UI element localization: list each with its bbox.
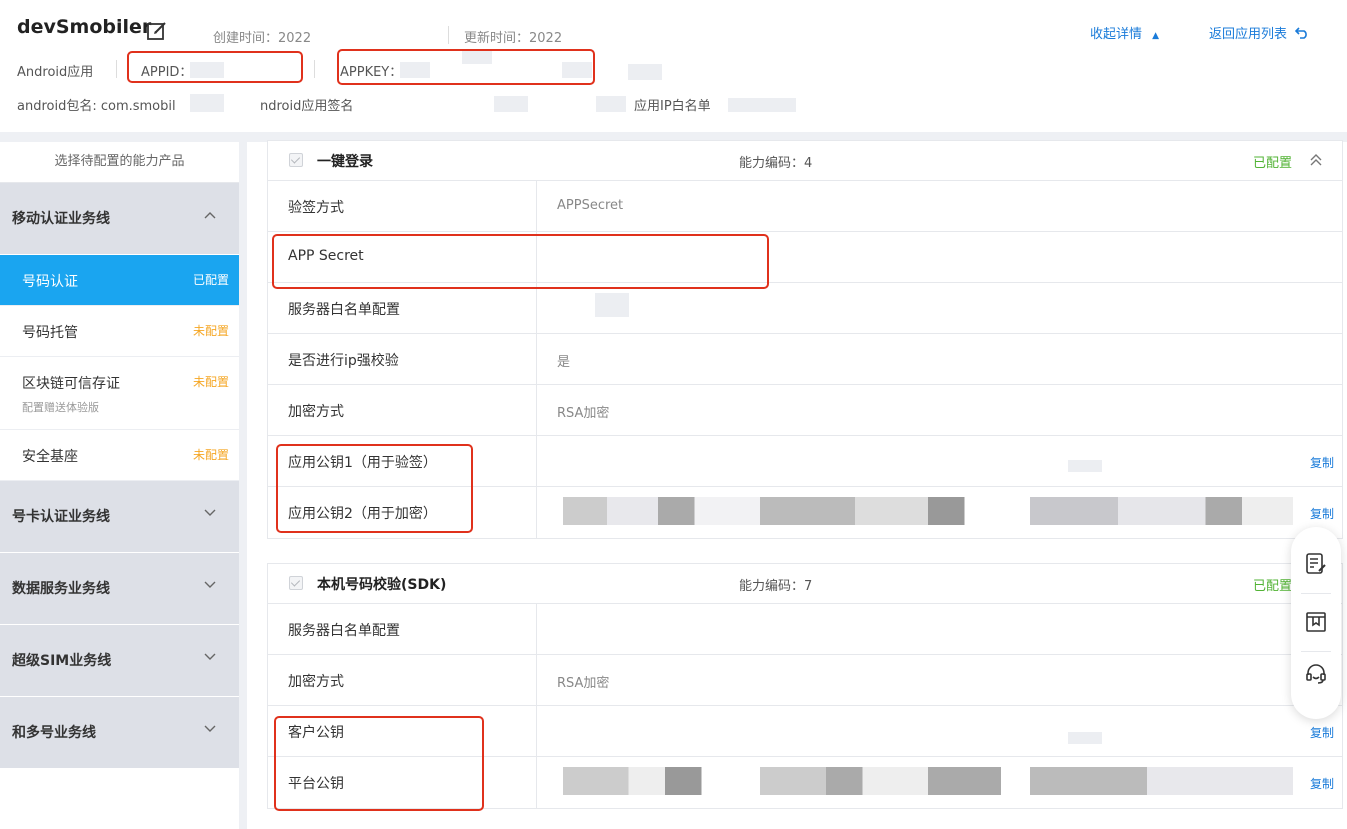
capability-section-local-number-sdk: 本机号码校验(SDK) 能力编码：7 已配置 服务器白名单配置 加密方式 RSA… <box>267 563 1343 809</box>
collapse-details-link[interactable]: 收起详情 ▲ <box>1090 23 1159 42</box>
sidebar-item-blockchain[interactable]: 区块链可信存证 未配置 配置赠送体验版 <box>0 357 239 430</box>
divider <box>314 60 315 78</box>
capability-code: 能力编码：4 <box>739 156 813 171</box>
section-checkbox[interactable] <box>289 576 303 590</box>
section-title: 本机号码校验(SDK) <box>317 577 447 593</box>
copy-button[interactable]: 复制 <box>1310 505 1334 522</box>
status-badge: 未配置 <box>192 448 229 462</box>
appkey-label: APPKEY： <box>340 65 403 80</box>
app-header: devSmobiler 创建时间：2022 更新时间：2022 收起详情 ▲ 返… <box>0 0 1347 132</box>
table-row: 验签方式 APPSecret <box>268 181 1342 232</box>
appid-label: APPID： <box>141 65 193 80</box>
capability-code: 能力编码：7 <box>739 579 813 594</box>
undo-icon <box>1295 27 1308 39</box>
chevron-up-icon <box>204 212 216 219</box>
redacted-appkey <box>562 62 592 78</box>
table-row: APP Secret <box>268 232 1342 283</box>
chevron-down-icon <box>204 509 216 516</box>
redacted-value <box>1068 732 1102 744</box>
redacted-value <box>595 293 629 317</box>
divider <box>448 26 449 44</box>
sidebar-group-super-sim[interactable]: 超级SIM业务线 <box>0 625 239 697</box>
table-row: 服务器白名单配置 <box>268 604 1342 655</box>
redacted-appkey <box>400 62 430 78</box>
redacted-appkey <box>628 64 662 80</box>
platform-label: Android应用 <box>17 65 94 80</box>
section-title: 一键登录 <box>317 154 373 170</box>
edit-icon[interactable] <box>146 20 168 42</box>
sidebar-item-number-hosting[interactable]: 号码托管 未配置 <box>0 306 239 357</box>
table-row: 应用公钥1（用于验签） 复制 <box>268 436 1342 487</box>
table-row: 客户公钥 复制 <box>268 706 1342 757</box>
table-row: 是否进行ip强校验 是 <box>268 334 1342 385</box>
redacted-ip <box>728 98 796 112</box>
table-row: 服务器白名单配置 <box>268 283 1342 334</box>
redacted-package <box>190 94 224 112</box>
chevron-down-icon <box>204 725 216 732</box>
redacted-key-mosaic <box>563 497 1293 525</box>
collapse-icon[interactable] <box>1308 152 1324 168</box>
status-badge: 已配置 <box>192 273 229 287</box>
section-header: 一键登录 能力编码：4 已配置 <box>268 141 1342 181</box>
sidebar-group-mobile-auth[interactable]: 移动认证业务线 <box>0 183 239 255</box>
status-badge: 未配置 <box>192 375 229 389</box>
floating-toolbar <box>1291 527 1341 719</box>
divider <box>116 60 117 78</box>
updated-time: 更新时间：2022 <box>464 31 563 46</box>
redacted-value <box>1068 460 1102 472</box>
redacted-appid <box>190 62 224 78</box>
copy-button[interactable]: 复制 <box>1310 775 1334 792</box>
section-header: 本机号码校验(SDK) 能力编码：7 已配置 <box>268 564 1342 604</box>
status-badge: 已配置 <box>1253 579 1293 594</box>
copy-button[interactable]: 复制 <box>1310 454 1334 471</box>
sidebar-group-data-service[interactable]: 数据服务业务线 <box>0 553 239 625</box>
main-content: 一键登录 能力编码：4 已配置 验签方式 APPSecret APP Secre… <box>247 140 1347 829</box>
table-row: 应用公钥2（用于加密） 复制 <box>268 487 1342 538</box>
created-time: 创建时间：2022 <box>213 31 312 46</box>
chevron-down-icon <box>204 653 216 660</box>
package-name-label: android包名: com.smobil <box>17 99 176 114</box>
book-icon[interactable] <box>1304 610 1328 634</box>
sidebar-item-number-auth[interactable]: 号码认证 已配置 <box>0 255 239 306</box>
sidebar: 选择待配置的能力产品 移动认证业务线 号码认证 已配置 号码托管 未配置 区块链… <box>0 142 239 829</box>
redacted-signature <box>596 96 626 112</box>
capability-section-one-click-login: 一键登录 能力编码：4 已配置 验签方式 APPSecret APP Secre… <box>267 140 1343 539</box>
app-name: devSmobiler <box>17 16 152 38</box>
app-signature-label: ndroid应用签名 <box>260 99 354 114</box>
redacted-appkey <box>462 50 492 64</box>
table-row: 加密方式 RSA加密 <box>268 385 1342 436</box>
notes-icon[interactable] <box>1304 552 1328 576</box>
sidebar-group-card-auth[interactable]: 号卡认证业务线 <box>0 481 239 553</box>
section-checkbox[interactable] <box>289 153 303 167</box>
ip-whitelist-label: 应用IP白名单 <box>634 99 711 114</box>
status-badge: 已配置 <box>1253 156 1293 171</box>
triangle-up-icon: ▲ <box>1152 31 1160 41</box>
headset-icon[interactable] <box>1304 662 1328 686</box>
table-row: 加密方式 RSA加密 <box>268 655 1342 706</box>
redacted-signature <box>494 96 528 112</box>
copy-button[interactable]: 复制 <box>1310 724 1334 741</box>
sidebar-item-subtitle: 配置赠送体验版 <box>22 401 99 414</box>
redacted-key-mosaic <box>563 767 1293 795</box>
back-to-app-list-link[interactable]: 返回应用列表 <box>1209 23 1309 42</box>
status-badge: 未配置 <box>192 324 229 338</box>
sidebar-title: 选择待配置的能力产品 <box>0 142 239 183</box>
sidebar-group-multi-number[interactable]: 和多号业务线 <box>0 697 239 769</box>
table-row: 平台公钥 复制 <box>268 757 1342 808</box>
sidebar-item-security-base[interactable]: 安全基座 未配置 <box>0 430 239 481</box>
chevron-down-icon <box>204 581 216 588</box>
